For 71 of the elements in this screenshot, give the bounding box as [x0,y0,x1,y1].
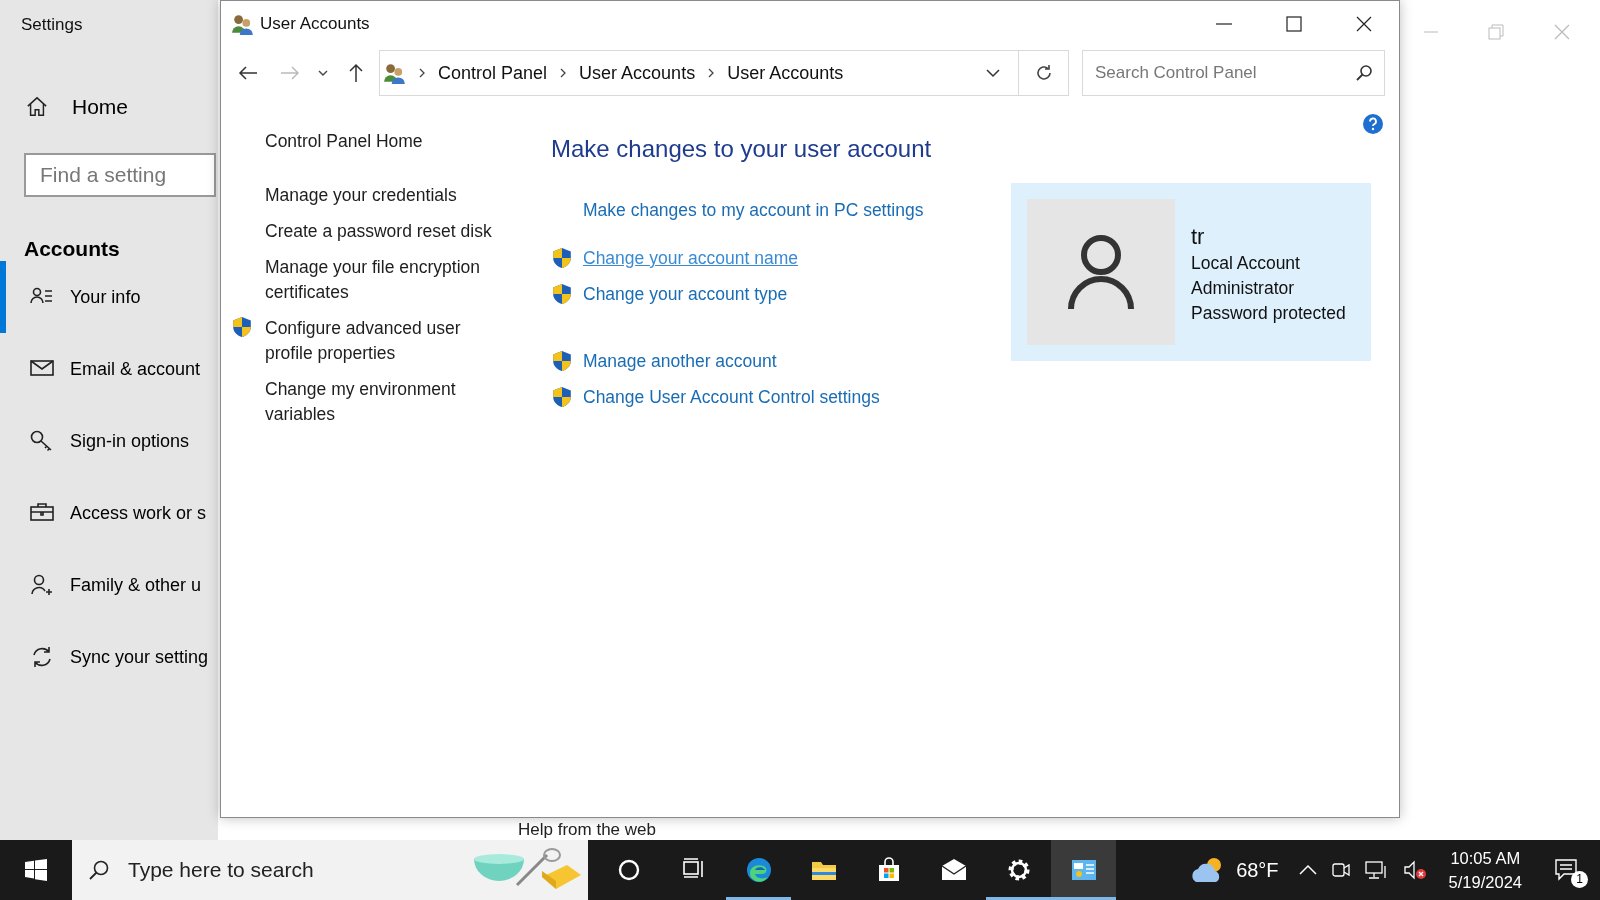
window-title: User Accounts [260,14,370,34]
network-icon[interactable] [1364,860,1389,880]
search-bar[interactable]: Search Control Panel [1082,50,1385,96]
close-icon [1356,16,1372,32]
home-icon [26,96,48,118]
address-bar[interactable]: Control Panel User Accounts User Accounts [379,50,1019,96]
task-link[interactable]: Change your account name [583,245,798,271]
chevron-right-icon [418,68,426,78]
search-field[interactable]: Type here to search [126,857,456,883]
account-name: tr [1191,223,1206,251]
breadcrumb-item[interactable]: Control Panel [438,62,548,84]
task-link[interactable]: Make changes to my account in PC settings [583,197,924,223]
weather-button[interactable]: 68°F [1182,856,1285,884]
account-detail: Password protected [1191,302,1346,325]
clock-button[interactable]: 10:05 AM 5/19/2024 [1440,846,1530,894]
chevron-up-icon[interactable] [1298,864,1317,876]
nav-item[interactable]: Sync your setting [0,621,218,693]
person-add-icon [30,574,54,596]
home-nav-item[interactable]: Home [26,95,129,119]
section-heading: Help from the web [518,820,656,840]
minimize-icon [1216,23,1232,25]
notification-count: 1 [1571,871,1588,888]
users-icon [232,13,254,35]
windows-logo-icon [25,859,47,881]
nav-item[interactable]: Sign-in options [0,405,218,477]
briefcase-icon [30,502,54,524]
refresh-button[interactable] [1019,50,1069,96]
key-icon [30,430,54,452]
refresh-icon [1034,64,1053,82]
breadcrumb-item[interactable]: User Accounts [579,62,696,84]
sidebar-link[interactable]: Manage your file encryption certificates [265,255,505,305]
sidebar-link[interactable]: Configure advanced user profile properties [265,316,505,366]
sidebar-link[interactable]: Create a password reset disk [265,219,505,244]
chevron-right-icon [559,68,568,78]
chevron-down-icon [986,68,1000,78]
envelope-icon [940,856,967,883]
account-detail: Local Account [1191,252,1301,275]
sidebar-link[interactable]: Control Panel Home [265,129,505,154]
sidebar-link[interactable]: Manage your credentials [265,183,505,208]
edge-browser-icon [745,856,772,883]
users-icon [384,62,406,84]
back-arrow-icon [238,65,258,81]
nav-item[interactable]: Access work or s [0,477,218,549]
task-link[interactable]: Manage another account [583,348,777,374]
taskbar-app-button[interactable] [1051,840,1116,900]
search-icon [88,859,110,881]
section-heading: Accounts [24,237,120,261]
sidebar-link[interactable]: Change my environment variables [265,377,505,427]
search-bar[interactable]: Type here to search [72,840,588,900]
app-title: Settings [21,15,83,36]
help-button[interactable] [1362,113,1384,135]
notifications-button[interactable]: 1 [1544,852,1590,888]
task-link[interactable]: Change your account type [583,281,788,307]
help-icon [1362,113,1384,135]
breadcrumb-item[interactable]: User Accounts [727,62,844,84]
chevron-down-icon [318,69,328,77]
up-arrow-icon [348,63,364,83]
forward-arrow-icon [280,65,300,81]
muted-speaker-icon[interactable] [1402,860,1427,880]
account-detail: Administrator [1191,277,1296,300]
search-field[interactable]: Find a setting [24,153,216,197]
task-link[interactable]: Change User Account Control settings [583,384,880,410]
person-icon [1066,233,1136,311]
camera-icon[interactable] [1330,860,1351,880]
nav-item[interactable]: Family & other u [0,549,218,621]
search-icon [1356,64,1374,82]
maximize-icon [1286,16,1302,32]
sync-icon [30,646,54,668]
chevron-right-icon [707,68,716,78]
nav-item[interactable]: Email & account [0,333,218,405]
page-heading: Make changes to your user account [551,135,933,163]
